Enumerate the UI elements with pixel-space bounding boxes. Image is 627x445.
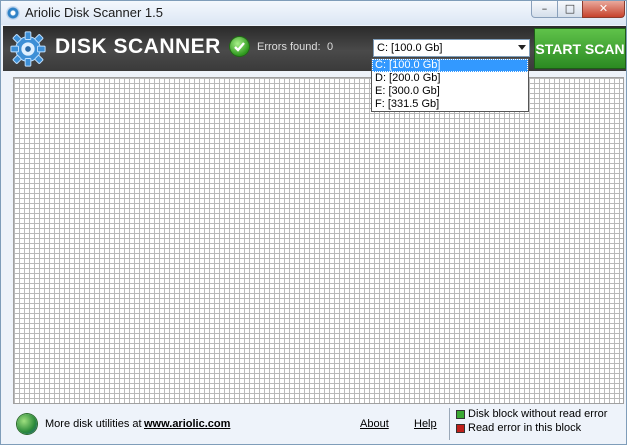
close-button[interactable]: ✕ [582, 1, 625, 18]
disk-block-grid [14, 78, 623, 403]
legend-ok: Disk block without read error [456, 408, 607, 420]
minimize-button[interactable]: – [531, 1, 558, 18]
legend-error: Read error in this block [456, 422, 581, 434]
app-icon [6, 6, 20, 20]
maximize-button[interactable]: □ [557, 1, 583, 18]
window-title: Ariolic Disk Scanner 1.5 [25, 5, 163, 20]
more-utilities-text: More disk utilities at [45, 418, 142, 430]
gear-logo-icon [10, 31, 46, 67]
errors-found-label: Errors found: [257, 41, 321, 53]
title-bar[interactable]: Ariolic Disk Scanner 1.5 – □ ✕ [1, 1, 626, 25]
app-header: DISK SCANNER Errors found: 0 C: [100.0 G… [3, 26, 626, 71]
app-window: Ariolic Disk Scanner 1.5 – □ ✕ DISK SCAN… [0, 0, 627, 445]
ok-block-icon [456, 409, 465, 419]
website-link[interactable]: www.ariolic.com [144, 418, 230, 430]
errors-found-count: 0 [327, 41, 334, 53]
drive-select-value: C: [100.0 Gb] [377, 42, 443, 54]
status-ok-icon [230, 37, 249, 56]
drive-dropdown-list: C: [100.0 Gb] D: [200.0 Gb] E: [300.0 Gb… [371, 58, 529, 112]
logo-text: DISK SCANNER [55, 35, 221, 58]
drive-option-d[interactable]: D: [200.0 Gb] [372, 72, 528, 85]
disk-block-map [13, 77, 624, 404]
globe-icon [17, 414, 37, 434]
drive-option-e[interactable]: E: [300.0 Gb] [372, 85, 528, 98]
chevron-down-icon[interactable] [518, 45, 526, 50]
close-icon: ✕ [598, 2, 609, 15]
legend-error-label: Read error in this block [468, 422, 582, 434]
minimize-icon: – [541, 2, 548, 15]
drive-option-f[interactable]: F: [331.5 Gb] [372, 98, 528, 111]
drive-select[interactable]: C: [100.0 Gb] [373, 39, 530, 57]
drive-option-c[interactable]: C: [100.0 Gb] [372, 59, 528, 72]
help-link[interactable]: Help [414, 418, 437, 430]
legend-ok-label: Disk block without read error [468, 408, 608, 420]
about-link[interactable]: About [360, 418, 389, 430]
maximize-icon: □ [564, 2, 576, 15]
footer-divider [449, 408, 450, 440]
start-scan-button[interactable]: START SCAN [534, 28, 626, 69]
legend: Disk block without read error Read error… [452, 406, 622, 442]
footer: More disk utilities at www.ariolic.com A… [3, 406, 626, 444]
error-block-icon [456, 423, 465, 433]
